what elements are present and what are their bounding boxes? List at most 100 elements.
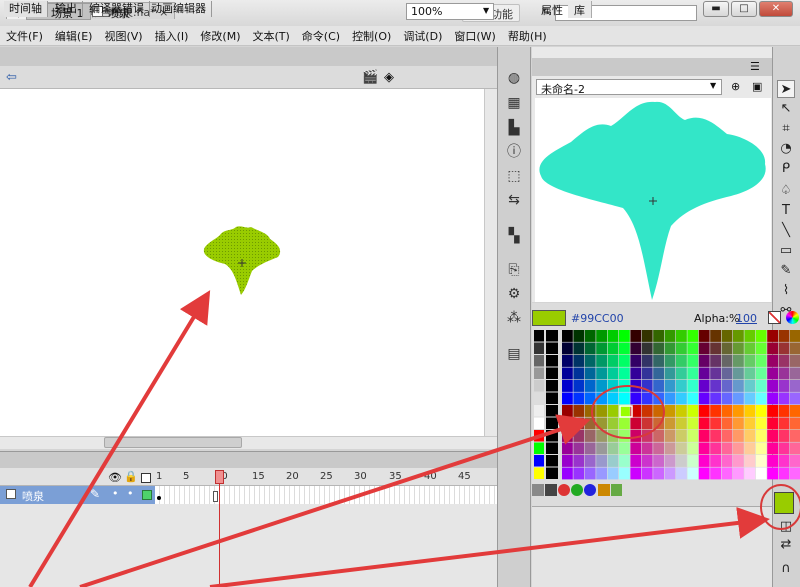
- gradient-swatches[interactable]: [532, 484, 622, 496]
- tab-motion-editor[interactable]: 动画编辑器: [146, 1, 212, 17]
- menu-file[interactable]: 文件(F): [0, 28, 49, 44]
- library-document-select[interactable]: 未命名-2: [536, 79, 722, 96]
- project-icon[interactable]: ▤: [506, 346, 522, 362]
- color-swatch: [619, 405, 630, 417]
- color-swatch: [767, 442, 778, 455]
- tab-library[interactable]: 库: [568, 1, 592, 18]
- color-swatch: [721, 330, 733, 342]
- stage[interactable]: [0, 89, 484, 436]
- color-swatch: [573, 430, 585, 442]
- pin-icon[interactable]: ⊕: [731, 80, 740, 93]
- color-swatch: [653, 380, 664, 392]
- scrollbar-thumb[interactable]: [104, 437, 242, 448]
- layer-lock-dot[interactable]: •: [127, 487, 134, 500]
- pen-tool-icon[interactable]: ♤: [777, 182, 795, 200]
- menu-view[interactable]: 视图(V): [98, 28, 148, 44]
- tab-compiler-errors[interactable]: 编译器错误: [84, 1, 150, 17]
- lock-icon[interactable]: 🔒: [124, 470, 138, 483]
- swatch-grid[interactable]: [532, 328, 800, 484]
- menu-insert[interactable]: 插入(I): [149, 28, 195, 44]
- menu-help[interactable]: 帮助(H): [502, 28, 553, 44]
- stage-vertical-scrollbar[interactable]: [484, 89, 497, 436]
- motion-presets-icon[interactable]: ⚙: [506, 286, 522, 302]
- tab-output[interactable]: 输出: [50, 1, 83, 17]
- zoom-select[interactable]: 100%: [406, 3, 494, 20]
- subselection-tool-icon[interactable]: ↖: [777, 100, 795, 118]
- menu-control[interactable]: 控制(O): [346, 28, 397, 44]
- color-picker-icon[interactable]: [786, 311, 799, 324]
- maximize-button[interactable]: □: [731, 1, 757, 17]
- end-frame-marker[interactable]: [213, 491, 218, 502]
- actions-icon[interactable]: ⎘: [506, 262, 522, 278]
- back-arrow-icon[interactable]: ⇦: [6, 70, 17, 85]
- chevron-down-icon[interactable]: ▼: [710, 81, 716, 90]
- color-swatch: [596, 380, 607, 392]
- lasso-icon[interactable]: ᑭ: [777, 160, 795, 178]
- layer-row[interactable]: 喷泉 ✎ • •: [0, 486, 155, 504]
- selection-tool-icon[interactable]: ➤: [777, 80, 795, 98]
- history-icon[interactable]: ⇆: [506, 192, 522, 208]
- components-icon[interactable]: ▚: [506, 228, 522, 244]
- text-tool-icon[interactable]: T: [777, 202, 795, 220]
- snap-magnet-icon[interactable]: ∩: [777, 560, 795, 578]
- minimize-button[interactable]: ▬: [703, 1, 729, 17]
- pencil-tool-icon[interactable]: ✎: [777, 262, 795, 280]
- playhead[interactable]: [219, 470, 220, 587]
- rectangle-tool-icon[interactable]: ▭: [777, 242, 795, 260]
- keyframe-marker[interactable]: [157, 496, 161, 500]
- color-swatch: [664, 455, 676, 467]
- color-swatch: [619, 342, 630, 355]
- frame-ruler[interactable]: 1 5 10 15 20 25 30 35 40 45: [152, 468, 497, 486]
- stroke-color-icon[interactable]: ◫: [777, 518, 795, 536]
- tab-properties[interactable]: 属性: [535, 1, 570, 18]
- color-swatch: [653, 417, 664, 430]
- fill-color-swatch[interactable]: [774, 492, 794, 514]
- panel-menu-icon[interactable]: ☰: [750, 60, 760, 73]
- no-color-icon[interactable]: [768, 311, 781, 324]
- outline-icon[interactable]: [141, 473, 151, 483]
- hex-value[interactable]: #99CC00: [571, 312, 624, 325]
- frames-row[interactable]: [155, 486, 497, 504]
- color-icon[interactable]: ◍: [506, 70, 522, 86]
- swatches-icon[interactable]: ▦: [506, 95, 522, 111]
- swap-colors-icon[interactable]: ⇄: [777, 536, 795, 554]
- color-swatch: [687, 330, 699, 342]
- info-icon[interactable]: ⓘ: [506, 144, 522, 160]
- current-color-swatch[interactable]: [532, 310, 566, 326]
- brush-tool-icon[interactable]: ⌇: [777, 282, 795, 300]
- effects-icon[interactable]: ⁂: [506, 310, 522, 326]
- layer-outline-swatch[interactable]: [142, 490, 152, 500]
- menu-debug[interactable]: 调试(D): [397, 28, 448, 44]
- new-library-icon[interactable]: ▣: [752, 80, 762, 93]
- edit-symbol-icon[interactable]: ◈: [384, 70, 394, 85]
- color-swatch: [573, 367, 585, 380]
- menu-edit[interactable]: 编辑(E): [49, 28, 99, 44]
- alpha-value[interactable]: 100: [736, 312, 757, 325]
- menu-commands[interactable]: 命令(C): [296, 28, 346, 44]
- color-swatch: [562, 330, 573, 342]
- color-swatch: [584, 467, 596, 480]
- color-swatch: [778, 367, 790, 380]
- color-swatch: [744, 455, 756, 467]
- swatch-grid-canvas[interactable]: [532, 328, 800, 484]
- layer-name[interactable]: 喷泉: [22, 488, 44, 504]
- line-tool-icon[interactable]: ╲: [777, 222, 795, 240]
- close-button[interactable]: ✕: [759, 1, 793, 17]
- chevron-down-icon[interactable]: ▼: [483, 6, 489, 15]
- playhead-handle[interactable]: [215, 470, 224, 484]
- free-transform-icon[interactable]: ⌗: [777, 120, 795, 138]
- align-icon[interactable]: ▙: [506, 120, 522, 136]
- edit-scene-icon[interactable]: 🎬: [362, 70, 378, 85]
- menu-window[interactable]: 窗口(W): [448, 28, 501, 44]
- menu-modify[interactable]: 修改(M): [194, 28, 246, 44]
- 3d-rotation-icon[interactable]: ◔: [777, 140, 795, 158]
- tab-timeline[interactable]: 时间轴: [4, 1, 48, 17]
- layer-visibility-dot[interactable]: •: [112, 487, 119, 500]
- eye-icon[interactable]: 👁: [108, 471, 122, 484]
- color-swatch: [676, 467, 687, 480]
- pencil-icon[interactable]: ✎: [90, 487, 100, 501]
- transform-icon[interactable]: ⬚: [506, 168, 522, 184]
- stage-horizontal-scrollbar[interactable]: [0, 436, 497, 449]
- menu-text[interactable]: 文本(T): [246, 28, 295, 44]
- color-swatch: [607, 330, 619, 342]
